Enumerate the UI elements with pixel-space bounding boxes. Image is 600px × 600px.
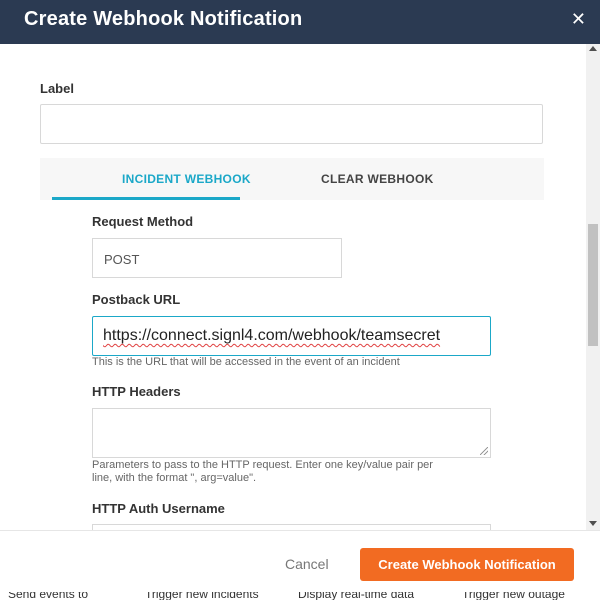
label-input[interactable] xyxy=(40,104,543,144)
scrollbar-thumb[interactable] xyxy=(588,224,598,346)
webhook-modal: Create Webhook Notification ✕ Label INCI… xyxy=(0,0,600,600)
http-headers-help-line-2: line, with the format ", arg=value". xyxy=(92,472,257,484)
request-method-value: POST xyxy=(104,252,140,267)
background-text: Trigger new incidents xyxy=(145,592,259,600)
modal-header: Create Webhook Notification ✕ xyxy=(0,0,600,44)
scroll-down-icon[interactable] xyxy=(589,521,597,526)
http-headers-help-line-1: Parameters to pass to the HTTP request. … xyxy=(92,459,433,471)
cancel-button[interactable]: Cancel xyxy=(285,556,329,572)
background-page-strip: Send events to Trigger new incidents Dis… xyxy=(0,592,600,600)
request-method-label: Request Method xyxy=(92,214,194,229)
close-icon[interactable]: ✕ xyxy=(571,9,586,30)
scroll-up-icon[interactable] xyxy=(589,46,597,51)
modal-body[interactable]: Label INCIDENT WEBHOOK CLEAR WEBHOOK Req… xyxy=(0,44,586,530)
create-webhook-button[interactable]: Create Webhook Notification xyxy=(360,548,574,581)
resize-handle-icon[interactable] xyxy=(480,447,488,455)
background-text: Display real-time data xyxy=(298,592,415,600)
auth-username-label: HTTP Auth Username xyxy=(92,501,225,516)
postback-url-help: This is the URL that will be accessed in… xyxy=(92,356,400,368)
modal-title: Create Webhook Notification xyxy=(24,8,303,30)
http-headers-textarea[interactable] xyxy=(92,408,491,458)
background-text: Send events to xyxy=(8,592,89,600)
label-field-label: Label xyxy=(40,81,74,96)
tab-clear-webhook[interactable]: CLEAR WEBHOOK xyxy=(321,172,434,186)
webhook-tabs: INCIDENT WEBHOOK CLEAR WEBHOOK xyxy=(40,158,544,200)
modal-footer: Cancel Create Webhook Notification xyxy=(0,530,600,592)
postback-url-input[interactable]: https://connect.signl4.com/webhook/teams… xyxy=(92,316,491,356)
postback-url-label: Postback URL xyxy=(92,292,181,307)
scrollbar[interactable] xyxy=(586,44,600,530)
active-tab-indicator xyxy=(52,197,240,200)
background-text: Trigger new outage xyxy=(462,592,565,600)
postback-url-value: https://connect.signl4.com/webhook/teams… xyxy=(103,327,441,344)
tab-incident-webhook[interactable]: INCIDENT WEBHOOK xyxy=(122,172,251,186)
request-method-field: POST xyxy=(92,238,342,278)
http-headers-label: HTTP Headers xyxy=(92,384,181,399)
